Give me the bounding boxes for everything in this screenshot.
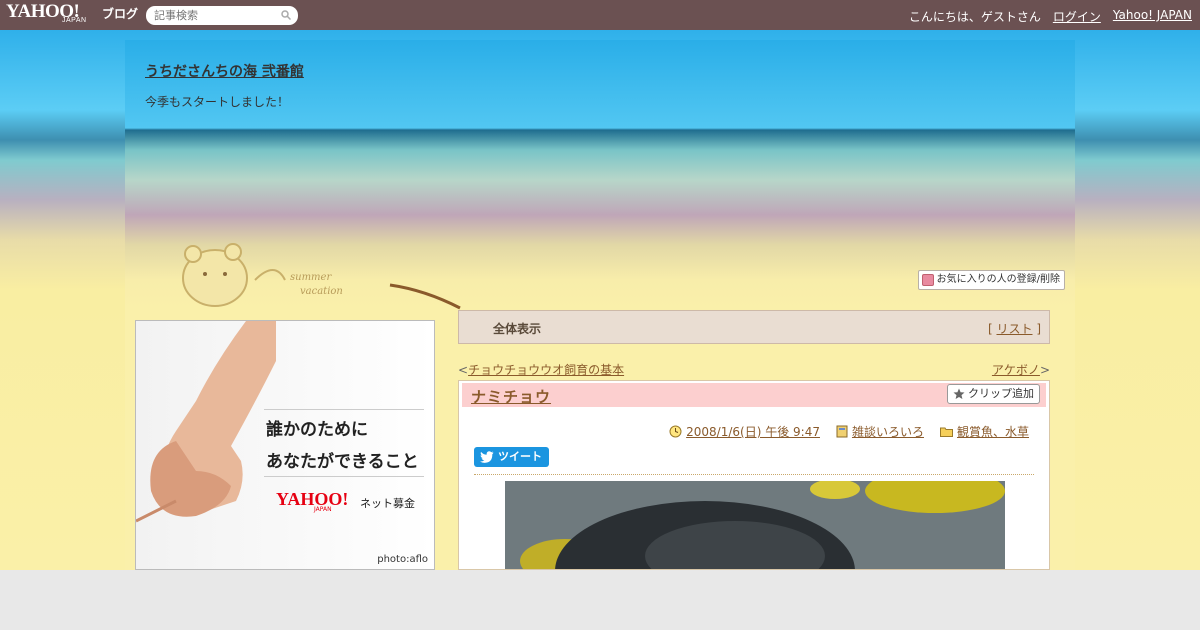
ad-headline-2: あなたができること xyxy=(266,452,419,472)
svg-text:summer: summer xyxy=(290,272,332,283)
article-divider xyxy=(474,474,1034,475)
article-meta: 2008/1/6(日) 午後 9:47 雑談いろいろ 観賞魚、水草 xyxy=(669,423,1029,440)
top-bar: YAHOO! JAPAN ブログ こんにちは、ゲストさん ログイン Yahoo!… xyxy=(0,0,1200,30)
tweet-button[interactable]: ツイート xyxy=(474,447,549,467)
article-header: ナミチョウ クリップ追加 xyxy=(462,383,1046,407)
ad-donation-text: ネット募金 xyxy=(360,497,415,510)
tweet-label: ツイート xyxy=(498,450,542,463)
greeting-text: こんにちは、ゲストさん xyxy=(908,10,1041,24)
heart-icon xyxy=(921,274,934,286)
ad-divider xyxy=(264,409,424,410)
ad-yahoo-logo: YAHOO! xyxy=(276,489,349,509)
favorite-button-label: お気に入りの人の登録/削除 xyxy=(936,274,1060,285)
article-title[interactable]: ナミチョウ xyxy=(471,386,551,407)
blog-title[interactable]: うちださんちの海 弐番館 xyxy=(145,61,304,81)
login-link[interactable]: ログイン xyxy=(1053,8,1101,25)
article-nav-bar: 全体表示 [ リスト ] xyxy=(458,310,1050,344)
book-icon xyxy=(836,425,848,438)
ad-headline-1: 誰かのために xyxy=(266,420,368,440)
ad-yahoo-logo-sub: JAPAN xyxy=(314,506,332,513)
next-article-link[interactable]: アケボノ xyxy=(992,363,1040,377)
top-links: こんにちは、ゲストさん ログイン Yahoo! JAPAN xyxy=(909,8,1192,25)
article-photo[interactable] xyxy=(505,481,1005,569)
svg-text:vacation: vacation xyxy=(300,286,343,297)
category-link-2[interactable]: 観賞魚、水草 xyxy=(957,423,1029,440)
search-icon[interactable] xyxy=(281,10,291,20)
article-date-link[interactable]: 2008/1/6(日) 午後 9:47 xyxy=(686,423,820,440)
article-category-2: 観賞魚、水草 xyxy=(939,423,1029,440)
folder-icon xyxy=(939,427,953,437)
search-input[interactable] xyxy=(154,9,274,22)
show-all-label[interactable]: 全体表示 xyxy=(493,320,541,337)
prev-article-link[interactable]: チョウチョウウオ飼育の基本 xyxy=(468,363,624,377)
star-icon xyxy=(953,388,965,399)
fish-photo-image xyxy=(505,481,1005,569)
handshake-image xyxy=(136,321,276,523)
clip-add-button[interactable]: クリップ追加 xyxy=(947,384,1040,404)
favorite-register-button[interactable]: お気に入りの人の登録/削除 xyxy=(917,270,1065,290)
clock-icon xyxy=(669,425,682,438)
ad-divider xyxy=(264,476,424,477)
yahoo-logo-sub: JAPAN xyxy=(62,17,87,24)
yahoo-japan-link[interactable]: Yahoo! JAPAN xyxy=(1113,8,1192,25)
list-link[interactable]: リスト xyxy=(996,322,1032,336)
page-footer xyxy=(0,570,1200,630)
blog-label[interactable]: ブログ xyxy=(102,5,138,22)
clip-button-label: クリップ追加 xyxy=(968,387,1034,400)
article-category-1: 雑談いろいろ xyxy=(836,423,924,440)
charity-ad[interactable]: 誰かのために あなたができること YAHOO! JAPAN ネット募金 phot… xyxy=(135,320,435,570)
prev-article: <チョウチョウウオ飼育の基本 xyxy=(458,363,625,377)
category-link-1[interactable]: 雑談いろいろ xyxy=(852,423,924,440)
article-date: 2008/1/6(日) 午後 9:47 xyxy=(669,423,820,440)
twitter-bird-icon xyxy=(480,451,494,463)
article: ナミチョウ クリップ追加 2008/1/6(日) 午後 9:47 雑談いろいろ … xyxy=(458,380,1050,570)
ad-photo-credit: photo:aflo xyxy=(377,554,428,565)
summer-bear-illustration: summer vacation xyxy=(182,243,461,310)
list-link-wrapper: [ リスト ] xyxy=(987,322,1041,336)
next-article: アケボノ> xyxy=(991,363,1050,377)
blog-description: 今季もスタートしました！ xyxy=(145,95,290,109)
blog-page: うちださんちの海 弐番館 今季もスタートしました！ summer vacatio… xyxy=(125,40,1075,570)
search-box[interactable] xyxy=(146,6,298,25)
